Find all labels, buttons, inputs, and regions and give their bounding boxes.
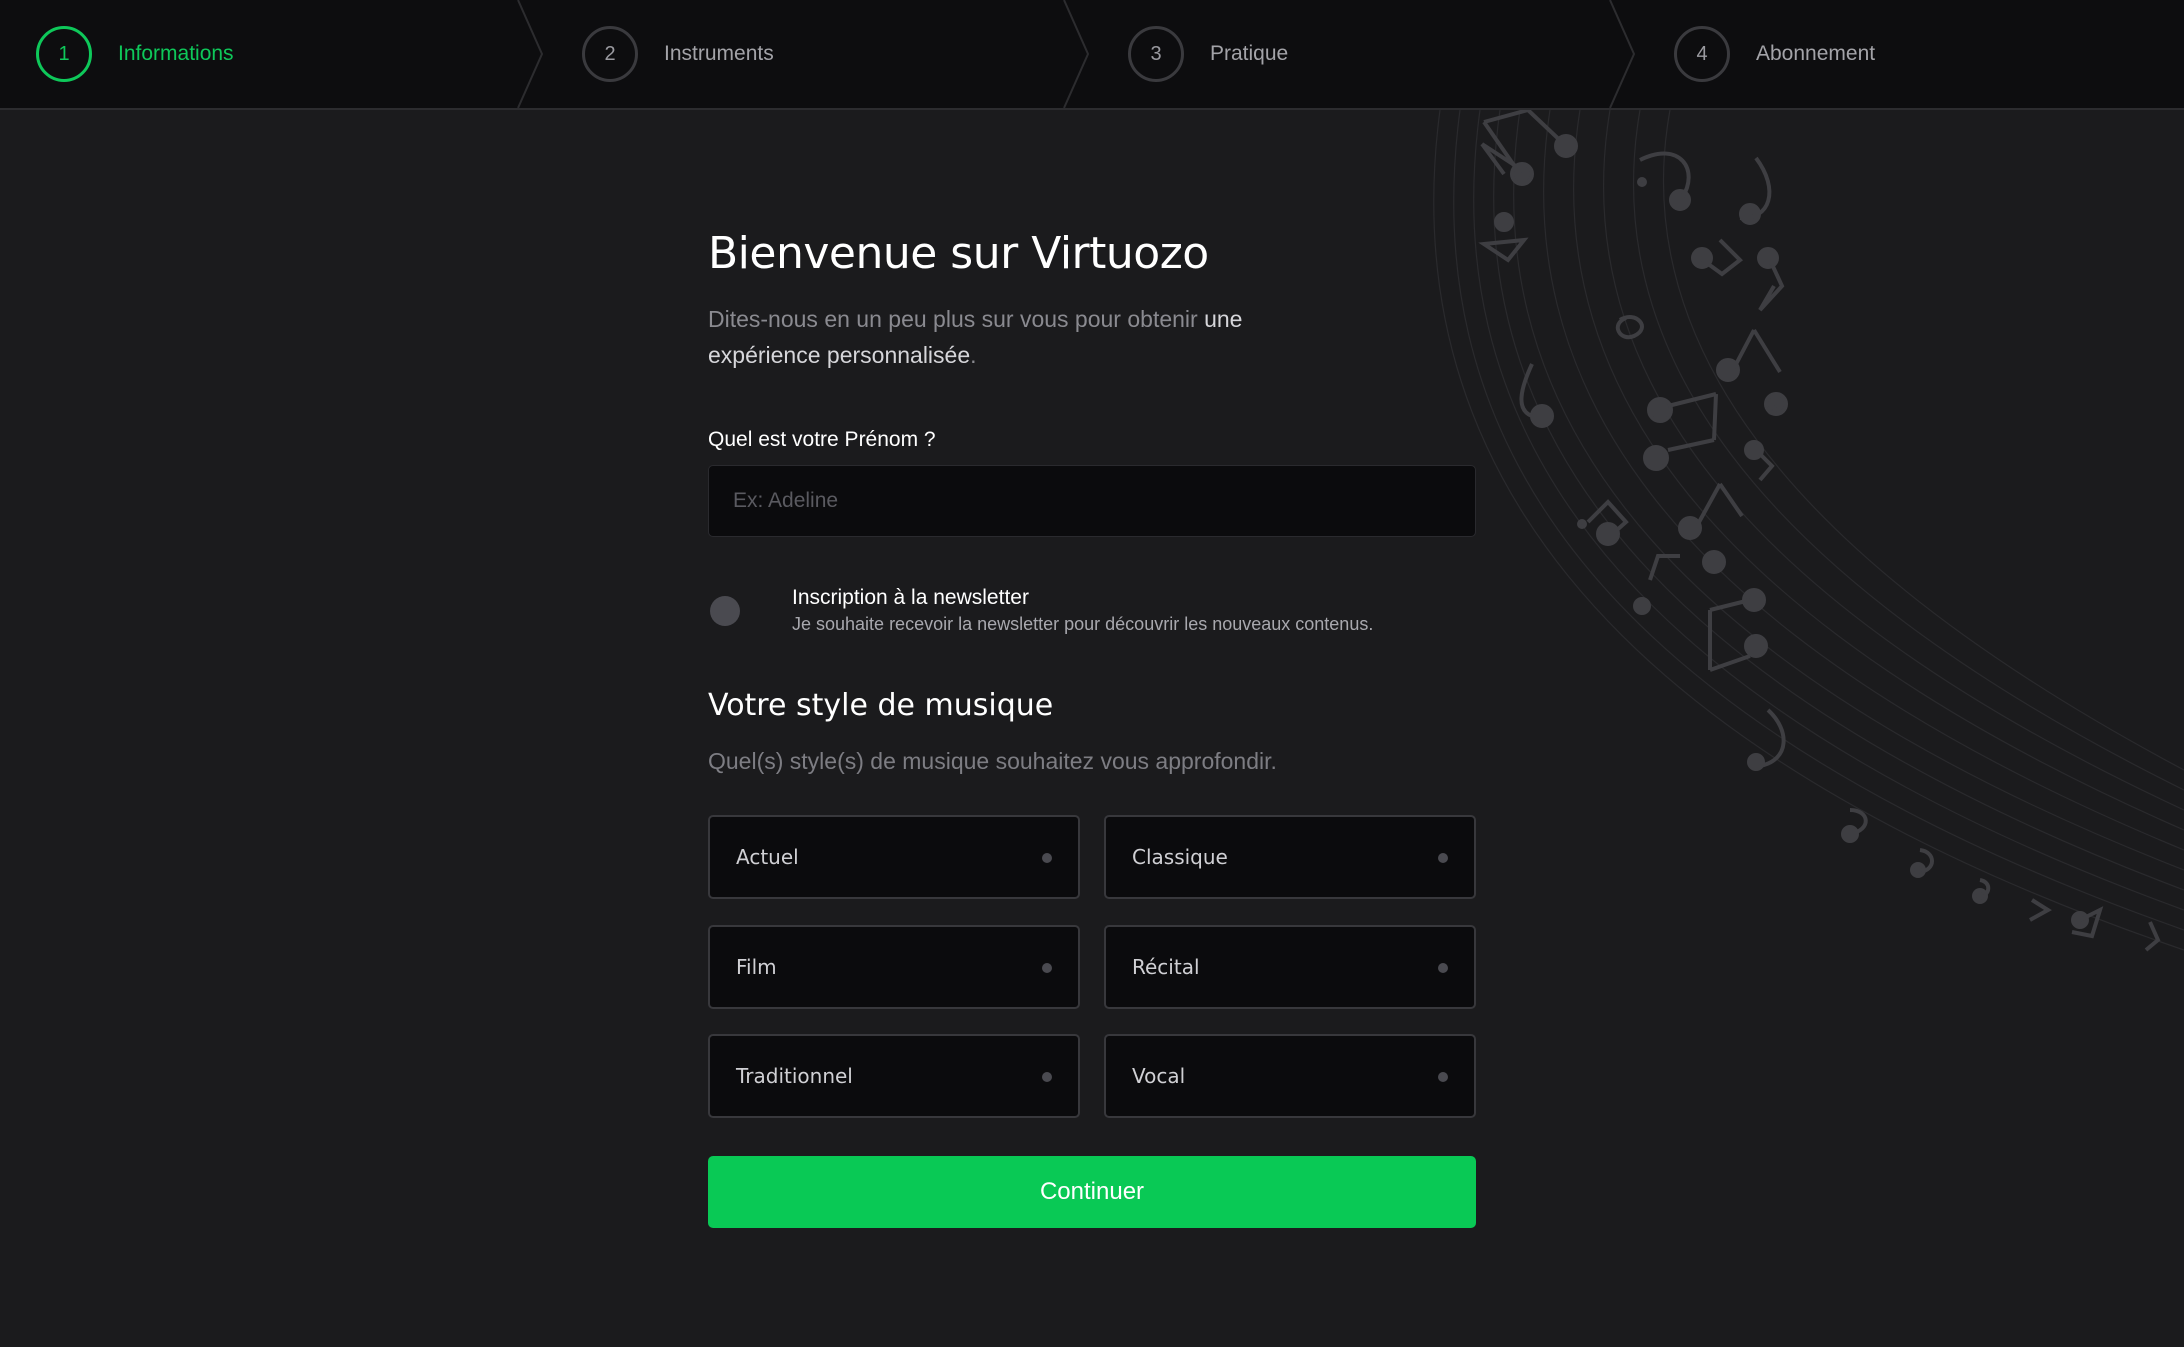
style-section-subtitle: Quel(s) style(s) de musique souhaitez vo… <box>708 748 1277 774</box>
stepper: 1 Informations 2 Instruments 3 Pratique … <box>0 0 2184 110</box>
style-option-label: Récital <box>1132 955 1200 979</box>
style-option-film[interactable]: Film <box>708 925 1080 1009</box>
step-separator-icon <box>517 0 544 108</box>
style-section-title: Votre style de musique <box>708 688 1054 723</box>
page-subtitle: Dites-nous en un peu plus sur vous pour … <box>708 301 1308 373</box>
subtitle-highlight: une <box>1204 306 1243 332</box>
style-option-label: Film <box>736 955 777 979</box>
newsletter-title: Inscription à la newsletter <box>792 586 1029 609</box>
onboarding-form: Bienvenue sur Virtuozo Dites-nous en un … <box>708 228 1476 1228</box>
style-option-indicator <box>1438 963 1448 973</box>
style-option-indicator <box>1438 1072 1448 1082</box>
continue-button[interactable]: Continuer <box>708 1156 1476 1228</box>
step-separator-icon <box>1609 0 1636 108</box>
style-option-vocal[interactable]: Vocal <box>1104 1034 1476 1118</box>
style-option-traditionnel[interactable]: Traditionnel <box>708 1034 1080 1118</box>
step-label: Pratique <box>1210 42 1289 65</box>
style-option-indicator <box>1438 853 1448 863</box>
step-label: Abonnement <box>1756 42 1876 65</box>
style-option-actuel[interactable]: Actuel <box>708 815 1080 899</box>
music-notes-decoration-icon <box>1433 110 2184 952</box>
style-option-label: Traditionnel <box>736 1064 853 1088</box>
style-option-recital[interactable]: Récital <box>1104 925 1476 1009</box>
newsletter-description: Je souhaite recevoir la newsletter pour … <box>792 614 1374 634</box>
newsletter-option: Inscription à la newsletter Je souhaite … <box>708 586 1476 646</box>
step-number: 1 <box>36 26 92 82</box>
style-option-classique[interactable]: Classique <box>1104 815 1476 899</box>
firstname-input[interactable] <box>708 465 1476 537</box>
style-option-indicator <box>1042 1072 1052 1082</box>
step-instruments[interactable]: 2 Instruments <box>546 0 1092 108</box>
subtitle-highlight: expérience personnalisée <box>708 342 971 368</box>
firstname-label: Quel est votre Prénom ? <box>708 428 936 451</box>
step-separator-icon <box>1063 0 1090 108</box>
step-abonnement[interactable]: 4 Abonnement <box>1638 0 2184 108</box>
style-option-indicator <box>1042 853 1052 863</box>
style-option-label: Vocal <box>1132 1064 1186 1088</box>
step-pratique[interactable]: 3 Pratique <box>1092 0 1638 108</box>
step-informations[interactable]: 1 Informations <box>0 0 546 108</box>
step-number: 4 <box>1674 26 1730 82</box>
page-title: Bienvenue sur Virtuozo <box>708 228 1209 279</box>
step-label: Instruments <box>664 42 774 65</box>
style-option-label: Actuel <box>736 845 799 869</box>
subtitle-text: Dites-nous en un peu plus sur vous pour … <box>708 306 1205 332</box>
step-label: Informations <box>118 42 234 65</box>
newsletter-radio[interactable] <box>710 596 740 626</box>
style-option-indicator <box>1042 963 1052 973</box>
subtitle-end: . <box>970 342 977 368</box>
step-number: 2 <box>582 26 638 82</box>
style-option-label: Classique <box>1132 845 1228 869</box>
step-number: 3 <box>1128 26 1184 82</box>
